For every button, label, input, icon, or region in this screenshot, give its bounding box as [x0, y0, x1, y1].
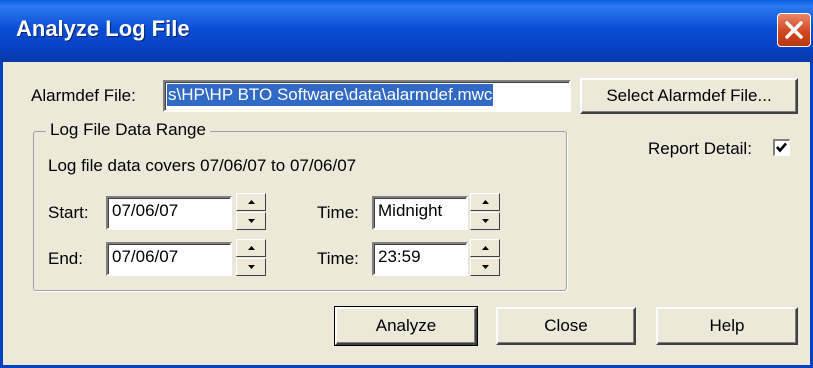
end-time-field[interactable]: 23:59 [372, 242, 468, 276]
start-label: Start: [48, 203, 89, 222]
start-time-up-button[interactable] [470, 193, 500, 211]
select-alarmdef-file-button[interactable]: Select Alarmdef File... [580, 78, 798, 114]
end-date-down-button[interactable] [236, 258, 266, 276]
spin-up-icon [482, 246, 489, 250]
close-button[interactable]: Close [496, 307, 636, 345]
report-detail-checkbox[interactable] [773, 139, 790, 156]
spin-down-icon [248, 219, 255, 223]
window-title: Analyze Log File [16, 16, 190, 41]
start-time-field[interactable]: Midnight [372, 196, 468, 230]
spin-down-icon [248, 265, 255, 269]
spin-up-icon [482, 200, 489, 204]
alarmdef-file-value: s\HP\HP BTO Software\data\alarmdef.mwc [167, 84, 494, 106]
end-time-label: Time: [317, 249, 359, 268]
analyze-button[interactable]: Analyze [334, 306, 478, 346]
spin-down-icon [482, 265, 489, 269]
data-covers-text: Log file data covers 07/06/07 to 07/06/0… [48, 156, 357, 175]
end-time-down-button[interactable] [470, 258, 500, 276]
end-label: End: [48, 249, 83, 268]
alarmdef-file-field[interactable]: s\HP\HP BTO Software\data\alarmdef.mwc [163, 80, 571, 112]
close-window-button[interactable] [777, 13, 811, 47]
spin-down-icon [482, 219, 489, 223]
check-icon [776, 142, 787, 153]
start-date-down-button[interactable] [236, 212, 266, 230]
alarmdef-file-label: Alarmdef File: [31, 86, 136, 105]
title-bar[interactable]: Analyze Log File [0, 0, 813, 62]
start-date-field[interactable]: 07/06/07 [106, 196, 232, 230]
spin-up-icon [248, 246, 255, 250]
start-time-down-button[interactable] [470, 212, 500, 230]
log-file-data-range-title: Log File Data Range [46, 120, 210, 140]
close-icon [785, 21, 803, 39]
help-button[interactable]: Help [656, 307, 798, 345]
end-date-up-button[interactable] [236, 239, 266, 257]
start-time-label: Time: [317, 203, 359, 222]
spin-up-icon [248, 200, 255, 204]
start-date-up-button[interactable] [236, 193, 266, 211]
report-detail-label: Report Detail: [648, 139, 752, 158]
end-time-up-button[interactable] [470, 239, 500, 257]
end-date-field[interactable]: 07/06/07 [106, 242, 232, 276]
